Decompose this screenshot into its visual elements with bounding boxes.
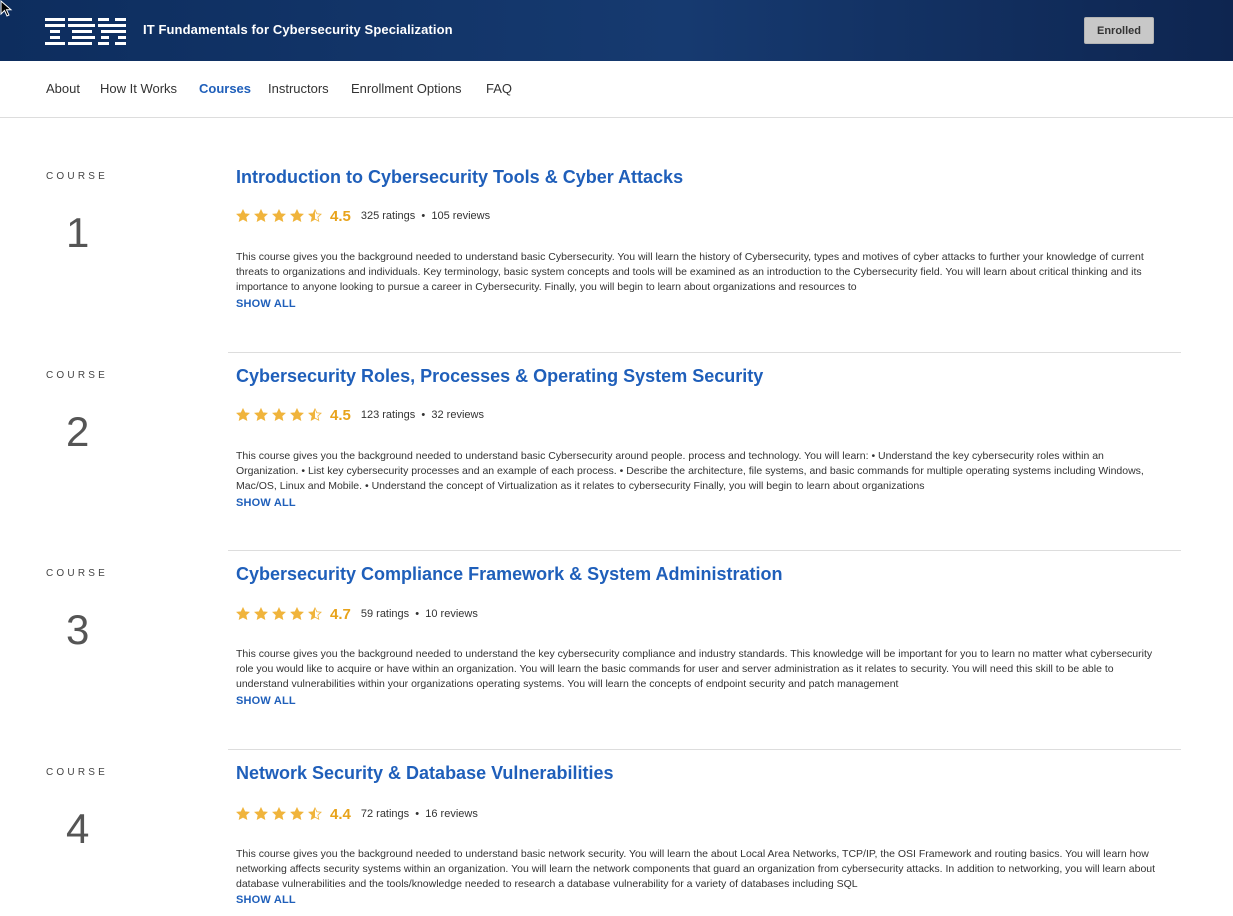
rating-row: 4.5 325 ratings • 105 reviews [236, 206, 490, 226]
course-description: This course gives you the background nee… [236, 648, 1153, 690]
ratings-count: 325 ratings • 105 reviews [360, 210, 491, 222]
rating-value: 4.7 [330, 605, 351, 623]
show-all-link[interactable]: SHOW ALL [236, 894, 296, 906]
rating-row: 4.7 59 ratings • 10 reviews [236, 604, 478, 624]
ratings-count: 72 ratings • 16 reviews [360, 808, 478, 820]
nav-enrollment-options[interactable]: Enrollment Options [351, 81, 462, 96]
star-rating [236, 807, 326, 821]
course-label: COURSE [46, 767, 108, 778]
course-description: This course gives you the background nee… [236, 450, 1144, 492]
specialization-title: IT Fundamentals for Cybersecurity Specia… [143, 22, 453, 37]
star-full-icon [272, 209, 286, 222]
top-bar: IT Fundamentals for Cybersecurity Specia… [0, 0, 1233, 61]
course-number: 2 [66, 408, 90, 455]
rating-value: 4.5 [330, 207, 351, 225]
star-full-icon [236, 807, 250, 820]
rating-row: 4.4 72 ratings • 16 reviews [236, 804, 478, 824]
star-full-icon [290, 408, 304, 421]
rating-row: 4.5 123 ratings • 32 reviews [236, 405, 484, 425]
course-title-link[interactable]: Cybersecurity Compliance Framework & Sys… [236, 564, 783, 585]
star-full-icon [236, 209, 250, 222]
star-full-icon [290, 209, 304, 222]
star-rating [236, 209, 326, 223]
star-full-icon [272, 408, 286, 421]
course-label: COURSE [46, 568, 108, 579]
enrolled-button[interactable]: Enrolled [1084, 17, 1154, 44]
nav-faq[interactable]: FAQ [486, 81, 512, 96]
star-half-icon [308, 607, 322, 620]
nav-how-it-works[interactable]: How It Works [100, 81, 177, 96]
divider [228, 352, 1181, 353]
show-all-link[interactable]: SHOW ALL [236, 298, 296, 310]
star-full-icon [254, 408, 268, 421]
course-title-link[interactable]: Cybersecurity Roles, Processes & Operati… [236, 366, 763, 387]
star-half-icon [308, 209, 322, 222]
rating-value: 4.5 [330, 406, 351, 424]
star-half-icon [308, 408, 322, 421]
mouse-cursor-icon [0, 0, 13, 17]
star-full-icon [254, 209, 268, 222]
star-rating [236, 408, 326, 422]
star-full-icon [254, 807, 268, 820]
course-description: This course gives you the background nee… [236, 848, 1156, 890]
course-title-link[interactable]: Network Security & Database Vulnerabilit… [236, 763, 613, 784]
nav-about[interactable]: About [46, 81, 80, 96]
rating-value: 4.4 [330, 805, 351, 823]
course-label: COURSE [46, 370, 108, 381]
divider [228, 550, 1181, 551]
star-full-icon [272, 807, 286, 820]
star-full-icon [290, 607, 304, 620]
star-full-icon [254, 607, 268, 620]
course-label: COURSE [46, 171, 108, 182]
ibm-logo[interactable] [45, 16, 129, 48]
ratings-count: 59 ratings • 10 reviews [360, 608, 478, 620]
star-full-icon [290, 807, 304, 820]
nav-courses[interactable]: Courses [199, 81, 251, 96]
show-all-link[interactable]: SHOW ALL [236, 695, 296, 707]
course-number: 4 [66, 805, 90, 852]
course-description: This course gives you the background nee… [236, 251, 1144, 293]
course-number: 1 [66, 209, 90, 256]
star-full-icon [236, 607, 250, 620]
course-number: 3 [66, 606, 90, 653]
ratings-count: 123 ratings • 32 reviews [360, 409, 484, 421]
section-nav: About How It Works Courses Instructors E… [0, 61, 1233, 118]
course-title-link[interactable]: Introduction to Cybersecurity Tools & Cy… [236, 167, 683, 188]
nav-instructors[interactable]: Instructors [268, 81, 329, 96]
show-all-link[interactable]: SHOW ALL [236, 497, 296, 509]
star-full-icon [272, 607, 286, 620]
divider [228, 749, 1181, 750]
star-full-icon [236, 408, 250, 421]
star-half-icon [308, 807, 322, 820]
star-rating [236, 607, 326, 621]
